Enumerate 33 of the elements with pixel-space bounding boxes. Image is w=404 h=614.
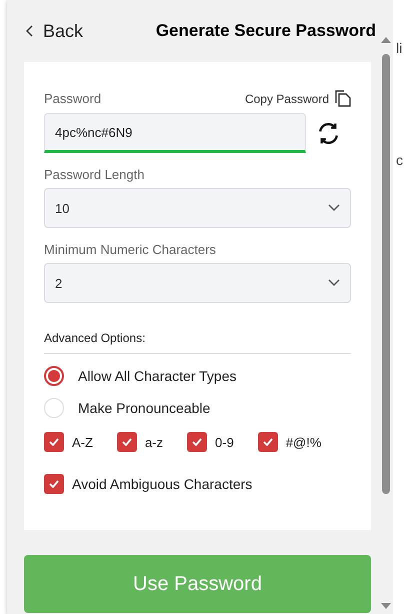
refresh-icon[interactable] — [316, 120, 341, 146]
checkbox-option[interactable]: #@!% — [258, 432, 322, 452]
section-heading: Advanced Options: — [44, 331, 351, 354]
chevron-left-icon — [26, 25, 33, 37]
chevron-down-icon — [328, 279, 340, 287]
checkbox-option[interactable]: 0-9 — [187, 432, 234, 452]
checkbox-option[interactable]: A-Z — [44, 432, 93, 452]
field-label: Password Length — [44, 167, 146, 182]
radio-option[interactable]: Make Pronounceable — [44, 398, 351, 418]
field-label: Password — [44, 91, 102, 106]
radio-option[interactable]: Allow All Character Types — [44, 366, 351, 386]
scroll-down-icon[interactable] — [381, 602, 391, 610]
password-field[interactable]: 4pc%nc#6N9 — [44, 113, 306, 153]
check-icon — [192, 438, 202, 446]
scrollbar[interactable] — [379, 0, 393, 614]
copy-password-button[interactable]: Copy Password — [244, 90, 351, 107]
scroll-up-icon[interactable] — [381, 36, 391, 44]
background-text: li — [396, 40, 404, 56]
copy-icon — [335, 90, 351, 107]
checkbox-option[interactable]: a-z — [116, 432, 164, 452]
check-icon — [122, 438, 132, 446]
chevron-down-icon — [328, 204, 340, 212]
back-link[interactable]: Back — [26, 20, 84, 42]
checkbox-option[interactable]: Avoid Ambiguous Characters — [44, 474, 351, 494]
check-icon — [262, 438, 273, 446]
scroll-thumb[interactable] — [382, 54, 390, 494]
check-icon — [49, 438, 59, 446]
select-field[interactable]: 10 — [44, 188, 351, 228]
page-title: Generate Secure Password — [156, 21, 376, 41]
field-label: Minimum Numeric Characters — [44, 242, 217, 257]
background-text: c — [396, 152, 404, 168]
check-icon — [49, 480, 59, 488]
select-field[interactable]: 2 — [44, 263, 351, 303]
